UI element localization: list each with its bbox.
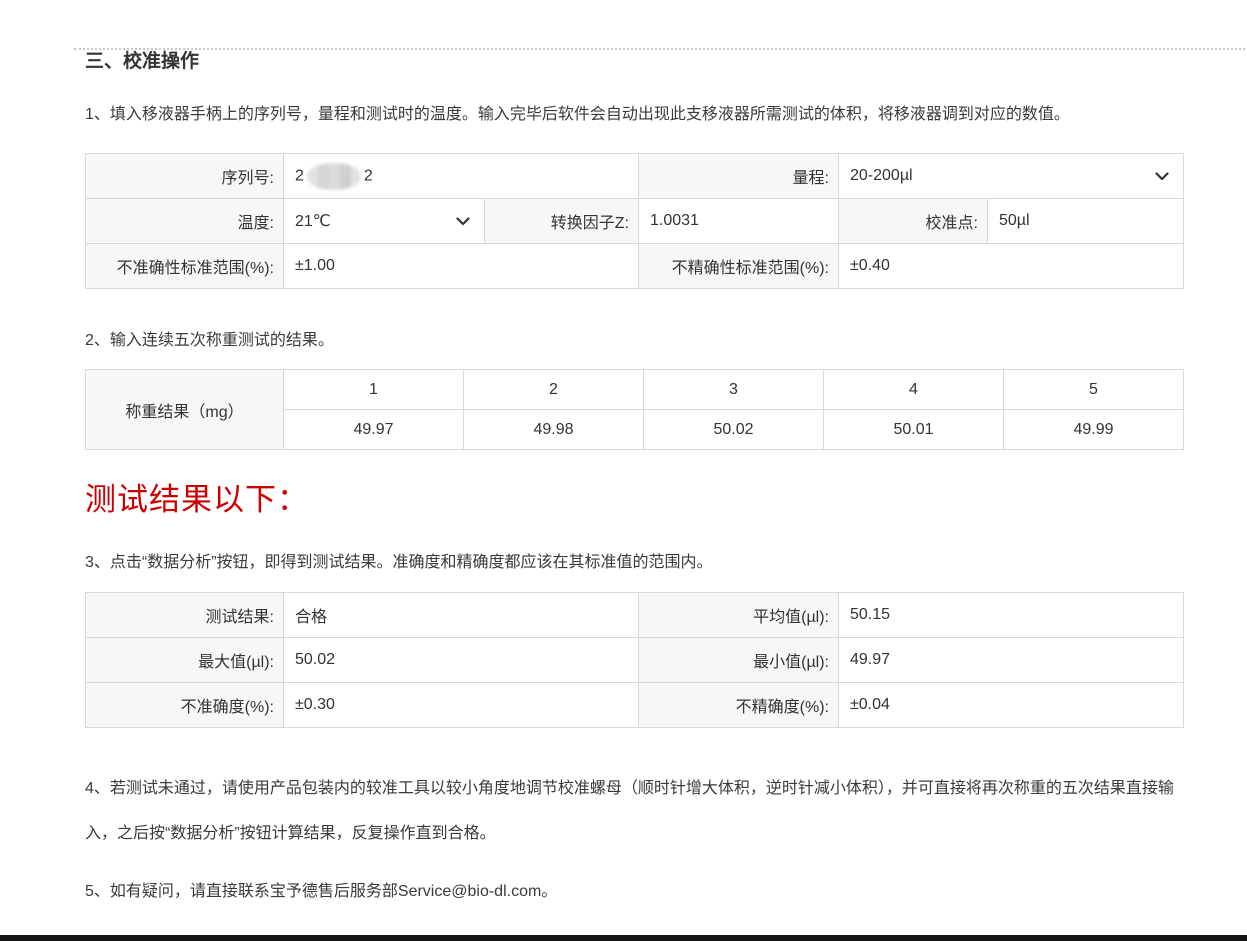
min-label: 最小值(µl): bbox=[639, 638, 839, 683]
step-1-text: 1、填入移液器手柄上的序列号，量程和测试时的温度。输入完毕后软件会自动出现此支移… bbox=[85, 103, 1183, 127]
imprecision-value: ±0.04 bbox=[839, 683, 1184, 728]
step-5-text: 5、如有疑问，请直接联系宝予德售后服务部Service@bio-dl.com。 bbox=[85, 880, 1183, 904]
weighing-row-header: 称重结果（mg） bbox=[86, 370, 284, 450]
temperature-label: 温度: bbox=[86, 199, 284, 244]
section-title: 三、校准操作 bbox=[85, 46, 1183, 73]
table-row: 序列号: 22 量程: 20-200µl bbox=[86, 154, 1184, 199]
temperature-select[interactable]: 21℃ bbox=[284, 199, 485, 244]
cal-point-label: 校准点: bbox=[839, 199, 988, 244]
table-row: 不准确性标准范围(%): ±1.00 不精确性标准范围(%): ±0.40 bbox=[86, 244, 1184, 289]
chevron-down-icon bbox=[1155, 172, 1169, 181]
weighing-value-5-input[interactable]: 49.99 bbox=[1004, 410, 1184, 450]
imprecision-std-label: 不精确性标准范围(%): bbox=[639, 244, 839, 289]
inaccuracy-std-value: ±1.00 bbox=[284, 244, 639, 289]
weighing-value-4-input[interactable]: 50.01 bbox=[824, 410, 1004, 450]
cal-point-value: 50µl bbox=[988, 199, 1184, 244]
test-result-value: 合格 bbox=[284, 593, 639, 638]
serial-prefix: 2 bbox=[295, 167, 304, 184]
table-row: 测试结果: 合格 平均值(µl): 50.15 bbox=[86, 593, 1184, 638]
step-2-text: 2、输入连续五次称重测试的结果。 bbox=[85, 329, 1183, 353]
weighing-col-4-header: 4 bbox=[824, 370, 1004, 410]
temperature-select-value: 21℃ bbox=[295, 213, 331, 230]
weighing-value-1-input[interactable]: 49.97 bbox=[284, 410, 464, 450]
table-row: 最大值(µl): 50.02 最小值(µl): 49.97 bbox=[86, 638, 1184, 683]
page-top-dotted-border bbox=[74, 48, 1245, 50]
average-value: 50.15 bbox=[839, 593, 1184, 638]
inaccuracy-value: ±0.30 bbox=[284, 683, 639, 728]
range-label: 量程: bbox=[639, 154, 839, 199]
serial-blur-redaction bbox=[307, 163, 361, 190]
weighing-col-5-header: 5 bbox=[1004, 370, 1184, 410]
weighing-col-1-header: 1 bbox=[284, 370, 464, 410]
max-value: 50.02 bbox=[284, 638, 639, 683]
min-value: 49.97 bbox=[839, 638, 1184, 683]
z-factor-label: 转换因子Z: bbox=[485, 199, 639, 244]
weighing-col-3-header: 3 bbox=[644, 370, 824, 410]
average-label: 平均值(µl): bbox=[639, 593, 839, 638]
bottom-bar bbox=[0, 935, 1247, 941]
serial-number-label: 序列号: bbox=[86, 154, 284, 199]
table-row: 温度: 21℃ 转换因子Z: 1.0031 校准点: 50µl bbox=[86, 199, 1184, 244]
weighing-col-2-header: 2 bbox=[464, 370, 644, 410]
imprecision-label: 不精确度(%): bbox=[639, 683, 839, 728]
weighing-value-3-input[interactable]: 50.02 bbox=[644, 410, 824, 450]
serial-suffix: 2 bbox=[364, 167, 373, 184]
step-4-text: 4、若测试未通过，请使用产品包装内的较准工具以较小角度地调节校准螺母（顺时针增大… bbox=[85, 766, 1183, 856]
test-results-heading: 测试结果以下： bbox=[85, 474, 1183, 519]
inaccuracy-label: 不准确度(%): bbox=[86, 683, 284, 728]
weighing-results-table: 称重结果（mg） 1 2 3 4 5 49.97 49.98 50.02 50.… bbox=[85, 369, 1184, 450]
range-select[interactable]: 20-200µl bbox=[839, 154, 1184, 199]
range-select-value: 20-200µl bbox=[850, 167, 913, 184]
analysis-results-table: 测试结果: 合格 平均值(µl): 50.15 最大值(µl): 50.02 最… bbox=[85, 592, 1184, 728]
step-3-text: 3、点击“数据分析”按钮，即得到测试结果。准确度和精确度都应该在其标准值的范围内… bbox=[85, 551, 1183, 575]
weighing-value-2-input[interactable]: 49.98 bbox=[464, 410, 644, 450]
test-result-label: 测试结果: bbox=[86, 593, 284, 638]
imprecision-std-value: ±0.40 bbox=[839, 244, 1184, 289]
chevron-down-icon bbox=[456, 217, 470, 226]
max-label: 最大值(µl): bbox=[86, 638, 284, 683]
z-factor-value: 1.0031 bbox=[639, 199, 839, 244]
calibration-parameters-table: 序列号: 22 量程: 20-200µl 温度: 21℃ 转换因子Z: 1.00… bbox=[85, 153, 1184, 289]
calibration-instructions-section: 三、校准操作 1、填入移液器手柄上的序列号，量程和测试时的温度。输入完毕后软件会… bbox=[0, 46, 1183, 904]
serial-number-input[interactable]: 22 bbox=[284, 154, 639, 199]
inaccuracy-std-label: 不准确性标准范围(%): bbox=[86, 244, 284, 289]
table-row: 称重结果（mg） 1 2 3 4 5 bbox=[86, 370, 1184, 410]
table-row: 不准确度(%): ±0.30 不精确度(%): ±0.04 bbox=[86, 683, 1184, 728]
